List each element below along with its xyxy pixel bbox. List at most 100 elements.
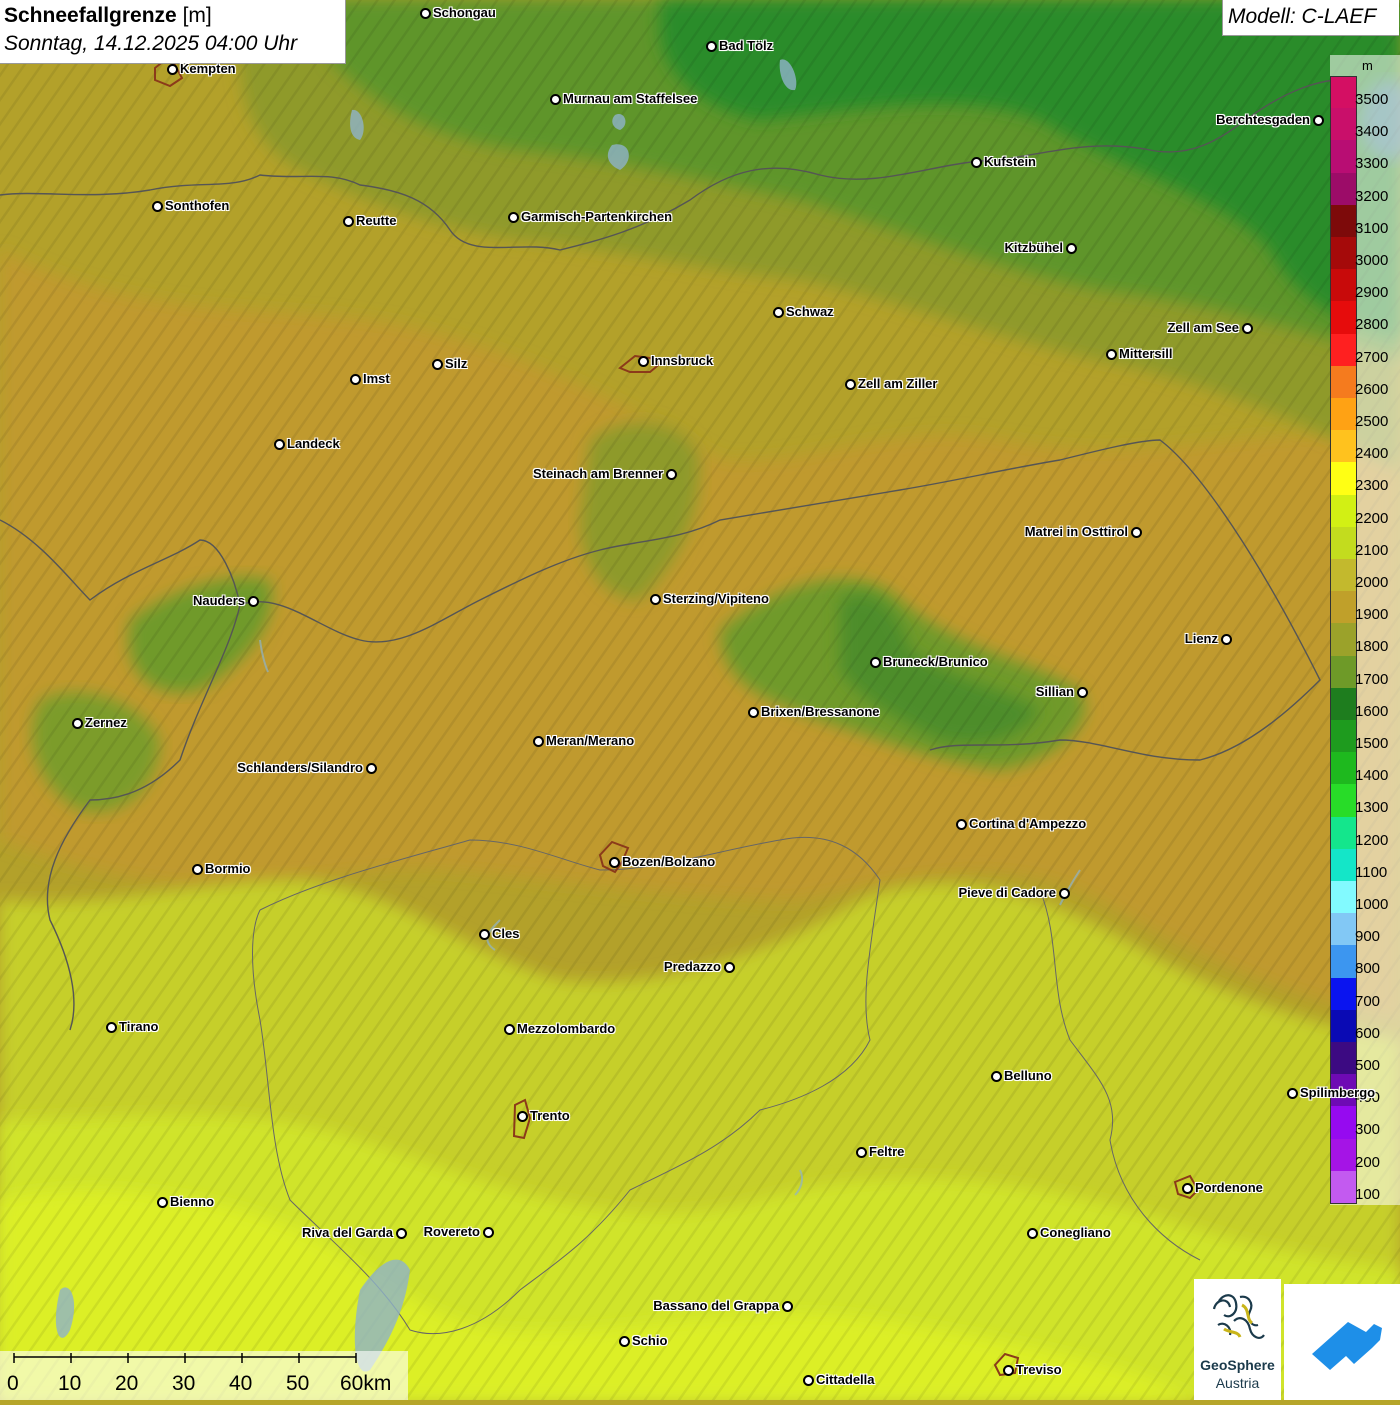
city-marker-kufstein[interactable] (971, 157, 982, 168)
city-marker-trento[interactable] (517, 1111, 528, 1122)
city-marker-tirano[interactable] (106, 1022, 117, 1033)
city-marker-zell-am-see[interactable] (1242, 323, 1253, 334)
city-marker-pordenone[interactable] (1182, 1183, 1193, 1194)
legend-swatch-2600 (1330, 365, 1357, 399)
city-label-tirano: Tirano (119, 1019, 159, 1034)
city-label-matrei-in-osttirol: Matrei in Osttirol (1024, 524, 1128, 539)
city-marker-mittersill[interactable] (1106, 349, 1117, 360)
city-label-cittadella: Cittadella (816, 1372, 875, 1387)
city-marker-sonthofen[interactable] (152, 201, 163, 212)
city-marker-mezzolombardo[interactable] (504, 1024, 515, 1035)
legend-swatch-2500 (1330, 398, 1357, 431)
legend-label-1300: 1300 (1355, 799, 1389, 817)
city-marker-pieve-di-cadore[interactable] (1059, 888, 1070, 899)
city-marker-bozen-bolzano[interactable] (609, 857, 620, 868)
city-marker-schwaz[interactable] (773, 307, 784, 318)
city-marker-belluno[interactable] (991, 1071, 1002, 1082)
legend-swatch-2400 (1330, 430, 1357, 463)
model-label: Modell: C-LAEF (1228, 5, 1377, 28)
legend-label-2800: 2800 (1355, 316, 1389, 334)
city-marker-nauders[interactable] (248, 596, 259, 607)
city-marker-spilimbergo[interactable] (1287, 1088, 1298, 1099)
legend-swatch-1000 (1330, 881, 1357, 914)
legend-swatch-3000 (1330, 237, 1357, 270)
forecast-datetime: Sonntag, 14.12.2025 04:00 Uhr (4, 32, 298, 55)
city-marker-schlanders-silandro[interactable] (366, 763, 377, 774)
city-label-steinach-am-brenner: Steinach am Brenner (532, 466, 663, 481)
scale-label-50: 50 (286, 1372, 310, 1395)
city-marker-zell-am-ziller[interactable] (845, 379, 856, 390)
city-marker-sterzing-vipiteno[interactable] (650, 594, 661, 605)
city-marker-predazzo[interactable] (724, 962, 735, 973)
city-marker-sillian[interactable] (1077, 687, 1088, 698)
legend-swatch-2900 (1330, 269, 1357, 302)
city-marker-treviso[interactable] (1003, 1365, 1014, 1376)
legend-swatch-200 (1330, 1138, 1357, 1172)
city-label-innsbruck: Innsbruck (651, 353, 714, 368)
legend-swatch-1500 (1330, 720, 1357, 753)
city-marker-cles[interactable] (479, 929, 490, 940)
city-marker-schongau[interactable] (420, 8, 431, 19)
city-marker-silz[interactable] (432, 359, 443, 370)
scale-bar: 0 10 20 30 40 50 60km (0, 1351, 408, 1400)
city-label-trento: Trento (530, 1108, 570, 1123)
legend-swatch-1200 (1330, 816, 1357, 850)
city-marker-steinach-am-brenner[interactable] (666, 469, 677, 480)
city-label-belluno: Belluno (1004, 1068, 1052, 1083)
legend-label-3500: 3500 (1355, 91, 1389, 108)
city-label-cles: Cles (492, 926, 520, 941)
city-marker-bad-t-lz[interactable] (706, 41, 717, 52)
city-marker-riva-del-garda[interactable] (396, 1228, 407, 1239)
city-marker-kempten[interactable] (167, 64, 178, 75)
legend-label-2400: 2400 (1355, 445, 1389, 463)
city-label-pieve-di-cadore: Pieve di Cadore (958, 885, 1056, 900)
city-marker-landeck[interactable] (274, 439, 285, 450)
legend-swatch-600 (1330, 1009, 1357, 1043)
city-label-bienno: Bienno (170, 1194, 215, 1209)
legend-swatch-2300 (1330, 462, 1357, 496)
city-label-conegliano: Conegliano (1040, 1225, 1111, 1240)
city-label-mezzolombardo: Mezzolombardo (517, 1021, 616, 1036)
city-marker-bruneck-brunico[interactable] (870, 657, 881, 668)
city-marker-conegliano[interactable] (1027, 1228, 1038, 1239)
city-marker-bassano-del-grappa[interactable] (782, 1301, 793, 1312)
legend-label-1000: 1000 (1355, 896, 1389, 913)
legend-label-2600: 2600 (1355, 380, 1389, 398)
city-marker-kitzb-hel[interactable] (1066, 243, 1077, 254)
city-marker-schio[interactable] (619, 1336, 630, 1347)
city-marker-cortina-d-ampezzo[interactable] (956, 819, 967, 830)
city-marker-imst[interactable] (350, 374, 361, 385)
weather-app-logo[interactable] (1284, 1284, 1400, 1400)
legend-label-1800: 1800 (1355, 638, 1389, 656)
legend-swatch-1300 (1330, 784, 1357, 818)
city-marker-lienz[interactable] (1221, 634, 1232, 645)
city-marker-garmisch-partenkirchen[interactable] (508, 212, 519, 223)
parameter-name: Schneefallgrenze (4, 4, 177, 27)
city-marker-feltre[interactable] (856, 1147, 867, 1158)
city-marker-innsbruck[interactable] (638, 356, 649, 367)
city-marker-berchtesgaden[interactable] (1313, 115, 1324, 126)
legend-swatch-1700 (1330, 655, 1357, 689)
city-label-treviso: Treviso (1016, 1362, 1062, 1377)
city-marker-cittadella[interactable] (803, 1375, 814, 1386)
city-label-berchtesgaden: Berchtesgaden (1216, 112, 1310, 127)
city-marker-meran-merano[interactable] (533, 736, 544, 747)
legend-label-3000: 3000 (1355, 252, 1389, 269)
city-label-schongau: Schongau (433, 5, 496, 20)
geosphere-logo[interactable]: GeoSphere Austria (1194, 1279, 1281, 1400)
legend-label-2700: 2700 (1355, 348, 1389, 366)
city-marker-rovereto[interactable] (483, 1227, 494, 1238)
legend-label-3200: 3200 (1355, 187, 1389, 205)
city-marker-zernez[interactable] (72, 718, 83, 729)
city-marker-bienno[interactable] (157, 1197, 168, 1208)
city-label-imst: Imst (363, 371, 390, 386)
legend-label-2300: 2300 (1355, 477, 1389, 495)
city-marker-reutte[interactable] (343, 216, 354, 227)
city-marker-murnau-am-staffelsee[interactable] (550, 94, 561, 105)
city-marker-matrei-in-osttirol[interactable] (1131, 527, 1142, 538)
city-marker-brixen-bressanone[interactable] (748, 707, 759, 718)
legend-label-1900: 1900 (1355, 606, 1389, 624)
scale-label-40: 40 (229, 1372, 253, 1395)
city-marker-bormio[interactable] (192, 864, 203, 875)
city-label-bassano-del-grappa: Bassano del Grappa (653, 1298, 779, 1313)
